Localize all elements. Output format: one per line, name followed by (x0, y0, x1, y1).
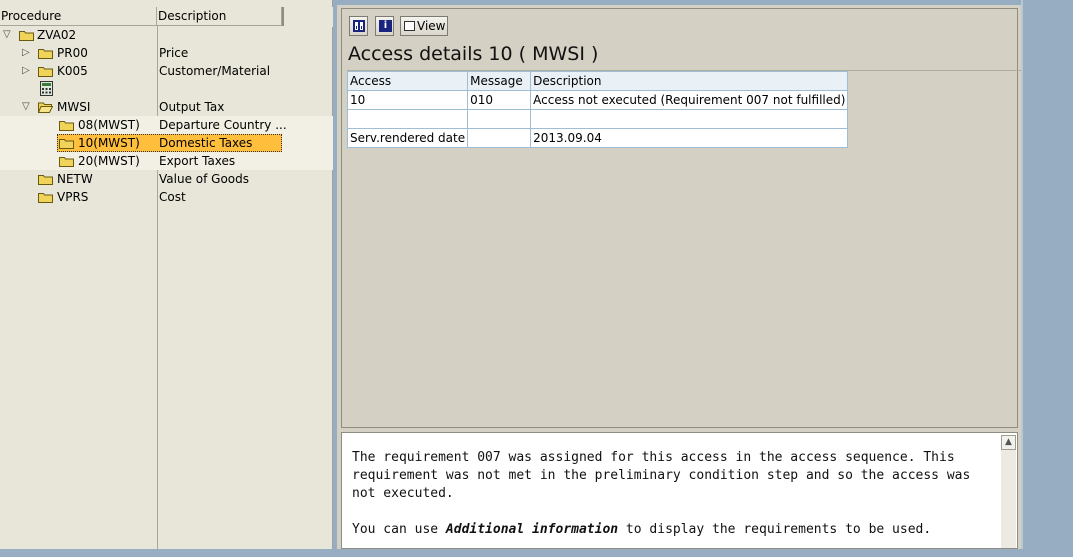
column-header-procedure[interactable]: Procedure (0, 7, 157, 26)
tree-row-20-mwst[interactable]: 20(MWST) Export Taxes (0, 152, 333, 170)
tree-node-label: K005 (57, 64, 88, 78)
long-text-box: The requirement 007 was assigned for thi… (341, 432, 1018, 549)
table-row (346, 109, 849, 129)
tree-node-label: 08(MWST) (78, 118, 140, 132)
folder-icon (38, 49, 53, 59)
grid-cell[interactable]: Serv.rendered date (346, 128, 469, 148)
tree-node-description: Cost (159, 190, 186, 204)
view-icon (404, 21, 415, 31)
table-row: 10 010 Access not executed (Requirement … (346, 90, 849, 110)
info-paragraph: The requirement 007 was assigned for thi… (352, 450, 971, 501)
view-button[interactable]: View (400, 16, 448, 36)
folder-icon (19, 31, 34, 41)
long-text-content: The requirement 007 was assigned for thi… (352, 449, 992, 557)
tree-node-description: Value of Goods (159, 172, 249, 186)
window-edge (1021, 0, 1023, 549)
info-text-before: You can use (352, 522, 446, 537)
grid-cell[interactable]: Access not executed (Requirement 007 not… (530, 90, 849, 110)
tree-node-description: Export Taxes (159, 154, 236, 168)
binoculars-icon (353, 20, 365, 32)
grid-cell[interactable]: 10 (346, 90, 469, 110)
tree-node-label: PR00 (57, 46, 88, 60)
grid-cell[interactable] (467, 109, 532, 129)
procedure-tree: Procedure Description ▽ ZVA02 ▷ PR00 Pri… (0, 0, 333, 549)
collapse-icon[interactable]: ▽ (3, 26, 13, 44)
column-resize-handle[interactable] (282, 7, 284, 26)
tree-node-description: Output Tax (159, 100, 225, 114)
grid-cell[interactable] (530, 109, 849, 129)
details-frame: i View Access details 10 ( MWSI ) Access… (341, 8, 1022, 428)
info-icon: i (379, 20, 392, 32)
tree-row-k005[interactable]: ▷ K005 Customer/Material (0, 62, 333, 80)
folder-icon (59, 139, 74, 149)
tree-row-calculation[interactable] (0, 80, 333, 98)
expand-icon[interactable]: ▷ (22, 62, 32, 80)
grid-header-message[interactable]: Message (467, 71, 532, 91)
info-text-after: to display the requirements to be used. (618, 522, 932, 537)
open-folder-icon (38, 102, 53, 113)
information-button[interactable]: i (375, 16, 394, 36)
folder-icon (59, 121, 74, 131)
column-header-description[interactable]: Description (157, 7, 282, 26)
table-row: Serv.rendered date 2013.09.04 (346, 128, 849, 148)
tree-row-vprs[interactable]: VPRS Cost (0, 188, 333, 206)
tree-node-label: 20(MWST) (78, 154, 140, 168)
tree-row-pr00[interactable]: ▷ PR00 Price (0, 44, 333, 62)
tree-row-mwsi[interactable]: ▽ MWSI Output Tax (0, 98, 333, 116)
calculator-icon (40, 81, 53, 96)
view-button-label: View (417, 19, 446, 33)
tree-node-description: Price (159, 46, 189, 60)
grid-header-row: Access Message Description (346, 71, 849, 91)
folder-icon (38, 193, 53, 203)
additional-information-link[interactable]: Additional information (446, 522, 618, 537)
scroll-up-icon[interactable]: ▲ (1001, 435, 1016, 450)
tree-node-label: ZVA02 (37, 28, 77, 42)
expand-icon[interactable]: ▷ (22, 44, 32, 62)
tree-row-10-mwst[interactable]: 10(MWST) Domestic Taxes (0, 134, 333, 152)
scrollbar[interactable]: ▲ (1001, 435, 1016, 548)
grid-cell[interactable]: 010 (467, 90, 532, 110)
find-button[interactable] (349, 16, 368, 36)
tree-node-label: 10(MWST) (78, 136, 140, 150)
tree-header: Procedure Description (0, 7, 333, 27)
tree-node-label: MWSI (57, 100, 91, 114)
grid-cell[interactable]: 2013.09.04 (530, 128, 849, 148)
grid-header-description[interactable]: Description (530, 71, 849, 91)
tree-node-description: Departure Country ... (159, 118, 287, 132)
info-paragraph-2: You can use Additional information to di… (352, 521, 992, 539)
access-grid: Access Message Description 10 010 Access… (346, 71, 849, 148)
collapse-icon[interactable]: ▽ (22, 98, 32, 116)
folder-icon (38, 175, 53, 185)
folder-icon (59, 157, 74, 167)
tree-row-08-mwst[interactable]: 08(MWST) Departure Country ... (0, 116, 333, 134)
grid-header-access[interactable]: Access (346, 71, 469, 91)
tree-node-description: Domestic Taxes (159, 136, 253, 150)
page-title: Access details 10 ( MWSI ) (348, 43, 599, 65)
access-details-pane: i View Access details 10 ( MWSI ) Access… (337, 5, 1022, 549)
tree-row-zva02[interactable]: ▽ ZVA02 (0, 26, 333, 44)
tree-node-label: VPRS (57, 190, 89, 204)
tree-node-description: Customer/Material (159, 64, 271, 78)
tree-row-netw[interactable]: NETW Value of Goods (0, 170, 333, 188)
grid-cell[interactable] (467, 128, 532, 148)
grid-cell[interactable] (346, 109, 469, 129)
folder-icon (38, 67, 53, 77)
tree-node-label: NETW (57, 172, 93, 186)
